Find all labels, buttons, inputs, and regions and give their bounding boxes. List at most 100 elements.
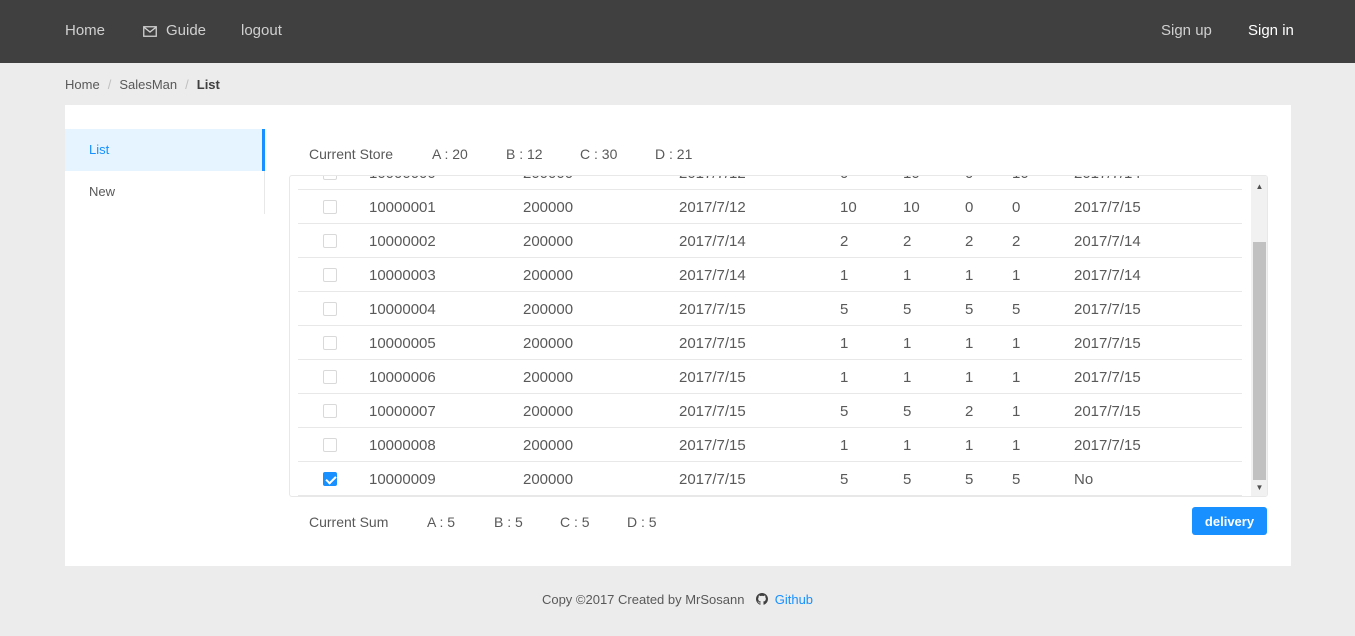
row-checkbox[interactable]: [323, 302, 337, 316]
sum-a-value: A : 5: [427, 514, 456, 530]
table-cell: 1: [840, 335, 849, 352]
table-cell: 2017/7/15: [679, 369, 746, 386]
footer-copyright: Copy ©2017 Created by MrSosann: [541, 592, 745, 607]
table-cell: 2: [965, 403, 974, 420]
table-cell: 2017/7/14: [1074, 267, 1141, 284]
table-cell: 5: [840, 403, 849, 420]
store-a-value: A : 20: [432, 146, 468, 162]
table-cell: 5: [903, 403, 912, 420]
row-checkbox[interactable]: [323, 404, 337, 418]
table-cell: 2017/7/14: [1074, 233, 1141, 250]
sign-in-link[interactable]: Sign in: [1248, 22, 1294, 40]
sum-b-value: B : 5: [494, 514, 523, 530]
table-cell: 10: [1012, 176, 1029, 182]
row-checkbox[interactable]: [323, 268, 337, 282]
table-row[interactable]: 10000009 200000 2017/7/15 5 5 5 5 No: [298, 462, 1242, 496]
scroll-thumb[interactable]: [1253, 242, 1266, 480]
table-scrollbar[interactable]: ▲ ▼: [1251, 176, 1267, 496]
table-cell: 2017/7/14: [1074, 176, 1141, 182]
table-cell: 10000001: [369, 199, 436, 216]
delivery-button[interactable]: delivery: [1192, 507, 1267, 535]
row-checkbox-checked[interactable]: [323, 472, 337, 486]
table-row-partial[interactable]: 10000000 200000 2017/7/12 0 10 0 10 2017/7/14: [298, 176, 1242, 190]
table-row[interactable]: 10000008 200000 2017/7/15 1 1 1 1 2017/7/15: [298, 428, 1242, 462]
table-cell: 2017/7/14: [679, 233, 746, 250]
table-cell: 200000: [523, 301, 574, 318]
menu-item-new[interactable]: New: [65, 171, 264, 213]
table-cell: 1: [1012, 335, 1021, 352]
table-cell: 2017/7/15: [679, 403, 746, 420]
table-cell: 1: [903, 335, 912, 352]
table-cell: 200000: [523, 369, 574, 386]
table-cell: 2017/7/12: [679, 176, 746, 182]
menu-item-list[interactable]: List: [65, 129, 265, 171]
footer: Copy ©2017 Created by MrSosann Github: [0, 592, 1355, 608]
table-cell: 2017/7/15: [679, 471, 746, 488]
table-cell: 200000: [523, 267, 574, 284]
row-checkbox[interactable]: [323, 200, 337, 214]
table-cell: 10000000: [369, 176, 436, 182]
table-cell: 2017/7/15: [1074, 437, 1141, 454]
store-d-value: D : 21: [655, 146, 693, 162]
table-cell: 5: [903, 471, 912, 488]
row-checkbox[interactable]: [323, 438, 337, 452]
sum-c-value: C : 5: [560, 514, 590, 530]
breadcrumb-current: List: [196, 77, 220, 92]
orders-table[interactable]: 100000002000002017/7/120100102017/7/1410…: [289, 175, 1268, 497]
current-store-label: Current Store: [309, 146, 394, 162]
table-row[interactable]: 10000003 200000 2017/7/14 1 1 1 1 2017/7/14: [298, 258, 1242, 292]
table-cell: 1: [1012, 369, 1021, 386]
store-c-value: C : 30: [580, 146, 618, 162]
scroll-down-arrow-icon[interactable]: ▼: [1251, 479, 1267, 496]
table-cell: 10000002: [369, 233, 436, 250]
table-cell: 2: [903, 233, 912, 250]
github-link[interactable]: Github: [775, 592, 813, 607]
table-cell: 1: [840, 267, 849, 284]
table-cell: 10000004: [369, 301, 436, 318]
row-checkbox[interactable]: [323, 336, 337, 350]
table-cell: 1: [965, 267, 974, 284]
table-row[interactable]: 10000006 200000 2017/7/15 1 1 1 1 2017/7/15: [298, 360, 1242, 394]
table-cell: 200000: [523, 471, 574, 488]
table-cell: 1: [965, 437, 974, 454]
nav-home-link[interactable]: Home: [65, 22, 105, 40]
sign-up-link[interactable]: Sign up: [1161, 22, 1212, 40]
table-row[interactable]: 10000004 200000 2017/7/15 5 5 5 5 2017/7/15: [298, 292, 1242, 326]
table-row[interactable]: 10000005 200000 2017/7/15 1 1 1 1 2017/7/15: [298, 326, 1242, 360]
table-cell: 10: [903, 199, 920, 216]
table-cell: 2017/7/15: [1074, 301, 1141, 318]
table-row[interactable]: 10000002 200000 2017/7/14 2 2 2 2 2017/7/14: [298, 224, 1242, 258]
table-cell: No: [1074, 471, 1094, 488]
scroll-up-arrow-icon[interactable]: ▲: [1251, 178, 1267, 195]
table-cell: 2017/7/15: [1074, 403, 1141, 420]
table-row[interactable]: 10000001 200000 2017/7/12 10 10 0 0 2017/7/15: [298, 190, 1242, 224]
table-cell: 2017/7/15: [679, 301, 746, 318]
table-cell: 1: [1012, 403, 1021, 420]
table-cell: 0: [1012, 199, 1021, 216]
table-cell: 1: [840, 437, 849, 454]
nav-logout-link[interactable]: logout: [241, 22, 282, 40]
table-cell: 5: [965, 471, 974, 488]
table-cell: 5: [903, 301, 912, 318]
table-cell: 2017/7/15: [1074, 199, 1141, 216]
table-row[interactable]: 10000007 200000 2017/7/15 5 5 2 1 2017/7/15: [298, 394, 1242, 428]
table-cell: 200000: [523, 233, 574, 250]
row-checkbox[interactable]: [323, 176, 337, 180]
row-checkbox[interactable]: [323, 234, 337, 248]
table-cell: 10000006: [369, 369, 436, 386]
table-cell: 1: [965, 369, 974, 386]
nav-guide-link[interactable]: Guide: [143, 22, 206, 40]
breadcrumb-salesman[interactable]: SalesMan: [119, 77, 177, 93]
table-cell: 2017/7/14: [679, 267, 746, 284]
mail-icon: [143, 25, 157, 37]
table-cell: 2017/7/15: [1074, 335, 1141, 352]
table-cell: 1: [965, 335, 974, 352]
breadcrumb-home[interactable]: Home: [65, 77, 100, 93]
top-navbar: Home Guide logout Sign up Sign in: [0, 0, 1355, 63]
table-cell: 0: [840, 176, 848, 182]
table-cell: 2017/7/15: [679, 335, 746, 352]
table-cell: 5: [1012, 471, 1021, 488]
table-cell: 0: [965, 199, 974, 216]
table-cell: 200000: [523, 176, 573, 182]
row-checkbox[interactable]: [323, 370, 337, 384]
